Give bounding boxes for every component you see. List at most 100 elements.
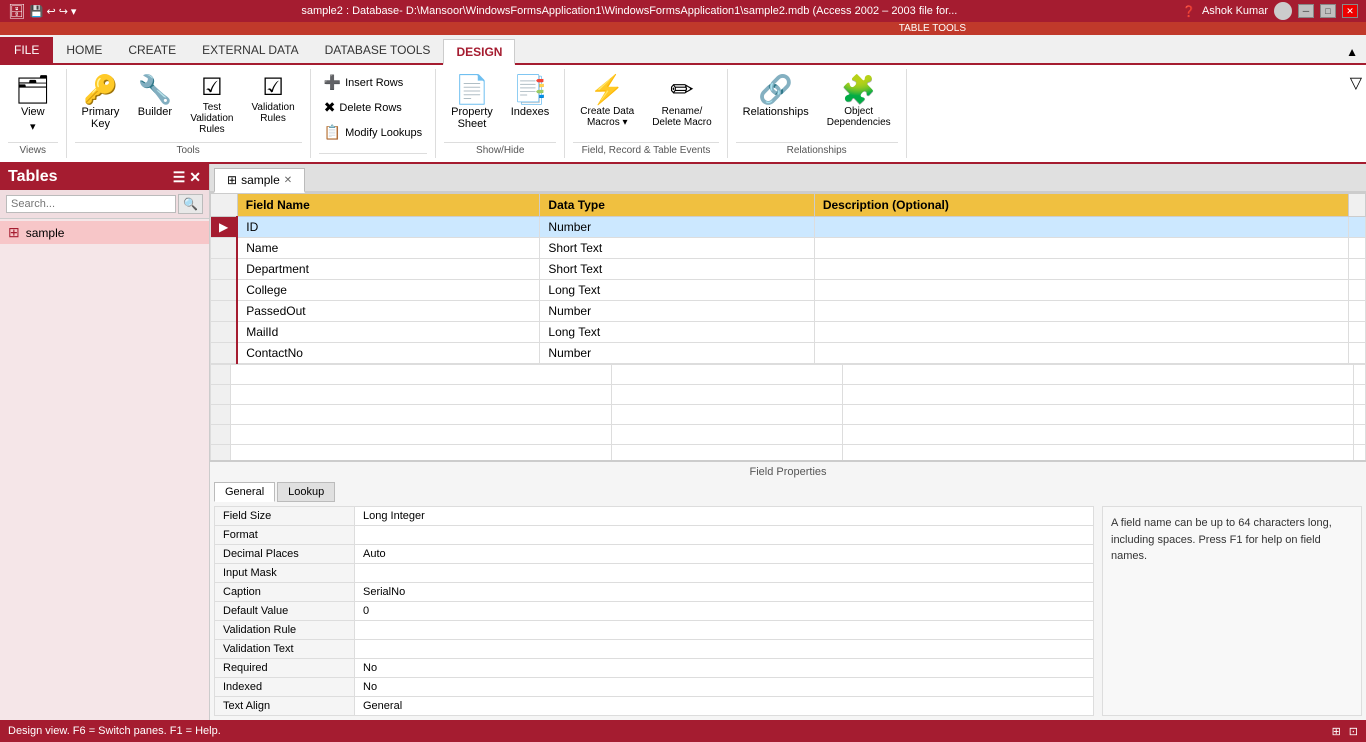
table-row[interactable]: MailId Long Text bbox=[211, 322, 1366, 343]
close-btn[interactable]: ✕ bbox=[1342, 4, 1358, 18]
table-item-sample[interactable]: ⊞ sample bbox=[0, 221, 209, 244]
tab-external[interactable]: EXTERNAL DATA bbox=[189, 37, 311, 63]
field-name-cell[interactable]: Department bbox=[237, 259, 540, 280]
ribbon-expand-icon[interactable]: ▽ bbox=[1346, 69, 1366, 97]
search-button[interactable]: 🔍 bbox=[178, 194, 203, 214]
title-bar: 🗄 💾 ↩ ↪ ▾ sample2 : Database- D:\Mansoor… bbox=[0, 0, 1366, 22]
data-type-cell[interactable]: Number bbox=[540, 217, 814, 238]
field-name-cell[interactable]: PassedOut bbox=[237, 301, 540, 322]
empty-row[interactable] bbox=[211, 385, 1366, 405]
relationships-button[interactable]: 🔗 Relationships bbox=[736, 71, 816, 123]
test-validation-button[interactable]: ☑ Test Validation Rules bbox=[183, 71, 240, 140]
minimize-btn[interactable]: ─ bbox=[1298, 4, 1314, 18]
view-button[interactable]: 🗂 View ▾ bbox=[8, 71, 58, 138]
empty-row[interactable] bbox=[211, 425, 1366, 445]
table-row[interactable]: Name Short Text bbox=[211, 238, 1366, 259]
maximize-btn[interactable]: □ bbox=[1320, 4, 1336, 18]
property-sheet-button[interactable]: 📄 Property Sheet bbox=[444, 71, 500, 135]
table-row[interactable]: College Long Text bbox=[211, 280, 1366, 301]
tab-dbtools[interactable]: DATABASE TOOLS bbox=[312, 37, 444, 63]
data-type-cell[interactable]: Short Text bbox=[540, 259, 814, 280]
fp-value[interactable] bbox=[355, 564, 1094, 583]
row-indicator bbox=[211, 238, 238, 259]
fp-tab-lookup[interactable]: Lookup bbox=[277, 482, 335, 502]
empty-row[interactable] bbox=[211, 405, 1366, 425]
quick-access: 💾 ↩ ↪ ▾ bbox=[30, 5, 77, 18]
fp-value[interactable]: No bbox=[355, 659, 1094, 678]
field-name-cell[interactable]: ID bbox=[237, 217, 540, 238]
fp-value[interactable]: General bbox=[355, 697, 1094, 716]
key-icon: 🔑 bbox=[83, 76, 118, 104]
table-row[interactable]: Department Short Text bbox=[211, 259, 1366, 280]
fp-label: Input Mask bbox=[215, 564, 355, 583]
fp-tab-general[interactable]: General bbox=[214, 482, 275, 502]
main-area: Tables ☰ ✕ 🔍 ⊞ sample ⊞ sample ✕ bbox=[0, 164, 1366, 720]
fp-value[interactable]: 0 bbox=[355, 602, 1094, 621]
description-cell[interactable] bbox=[814, 322, 1348, 343]
fp-value[interactable]: Auto bbox=[355, 545, 1094, 564]
tab-file[interactable]: FILE bbox=[0, 37, 53, 63]
tab-home[interactable]: HOME bbox=[53, 37, 115, 63]
fp-hint: A field name can be up to 64 characters … bbox=[1102, 506, 1362, 716]
panel-title: Tables bbox=[8, 168, 58, 186]
builder-button[interactable]: 🔧 Builder bbox=[130, 71, 179, 123]
description-cell[interactable] bbox=[814, 238, 1348, 259]
search-input[interactable] bbox=[6, 195, 176, 213]
table-row[interactable]: ContactNo Number bbox=[211, 343, 1366, 364]
data-type-cell[interactable]: Number bbox=[540, 301, 814, 322]
empty-row[interactable] bbox=[211, 445, 1366, 461]
ribbon-collapse-btn[interactable]: ▲ bbox=[1338, 41, 1366, 63]
table-item-label: sample bbox=[26, 226, 65, 240]
fp-value[interactable]: Long Integer bbox=[355, 507, 1094, 526]
description-cell[interactable] bbox=[814, 343, 1348, 364]
rows-buttons: ➕ Insert Rows ✖ Delete Rows 📋 Modify Loo… bbox=[319, 71, 427, 144]
field-name-cell[interactable]: MailId bbox=[237, 322, 540, 343]
data-type-cell[interactable]: Long Text bbox=[540, 322, 814, 343]
content-tab-sample[interactable]: ⊞ sample ✕ bbox=[214, 168, 305, 193]
description-cell[interactable] bbox=[814, 280, 1348, 301]
fp-label: Validation Text bbox=[215, 640, 355, 659]
fp-row: Text Align General bbox=[215, 697, 1094, 716]
description-cell[interactable] bbox=[814, 217, 1348, 238]
data-type-cell[interactable]: Short Text bbox=[540, 238, 814, 259]
data-type-cell[interactable]: Long Text bbox=[540, 280, 814, 301]
ribbon-group-fieldevents: ⚡ Create Data Macros ▾ ✏ Rename/ Delete … bbox=[565, 69, 727, 158]
left-panel: Tables ☰ ✕ 🔍 ⊞ sample bbox=[0, 164, 210, 720]
object-dependencies-button[interactable]: 🧩 Object Dependencies bbox=[820, 71, 898, 133]
help-icon[interactable]: ❓ bbox=[1182, 5, 1196, 18]
description-cell[interactable] bbox=[814, 301, 1348, 322]
table-row[interactable]: PassedOut Number bbox=[211, 301, 1366, 322]
tab-design[interactable]: DESIGN bbox=[443, 39, 515, 65]
create-data-macros-button[interactable]: ⚡ Create Data Macros ▾ bbox=[573, 71, 641, 133]
status-bar: Design view. F6 = Switch panes. F1 = Hel… bbox=[0, 720, 1366, 742]
field-name-cell[interactable]: College bbox=[237, 280, 540, 301]
delete-rows-button[interactable]: ✖ Delete Rows bbox=[319, 96, 427, 119]
tab-create[interactable]: CREATE bbox=[115, 37, 189, 63]
data-type-cell[interactable]: Number bbox=[540, 343, 814, 364]
field-name-cell[interactable]: ContactNo bbox=[237, 343, 540, 364]
description-cell[interactable] bbox=[814, 259, 1348, 280]
tab-bar: ⊞ sample ✕ bbox=[210, 164, 1366, 193]
tab-close-btn[interactable]: ✕ bbox=[284, 175, 292, 186]
rename-delete-macro-button[interactable]: ✏ Rename/ Delete Macro bbox=[645, 71, 718, 133]
fp-value[interactable]: SerialNo bbox=[355, 583, 1094, 602]
modify-lookups-button[interactable]: 📋 Modify Lookups bbox=[319, 121, 427, 144]
field-name-cell[interactable]: Name bbox=[237, 238, 540, 259]
ribbon-group-tools: 🔑 Primary Key 🔧 Builder ☑ Test Validatio… bbox=[67, 69, 311, 158]
indexes-button[interactable]: 📑 Indexes bbox=[504, 71, 557, 123]
validation-rules-button[interactable]: ☑ Validation Rules bbox=[245, 71, 302, 129]
ribbon-group-views: 🗂 View ▾ Views bbox=[0, 69, 67, 158]
fp-value[interactable] bbox=[355, 526, 1094, 545]
table-row[interactable]: ▶ ID Number bbox=[211, 217, 1366, 238]
insert-rows-icon: ➕ bbox=[324, 74, 341, 91]
panel-menu-btn[interactable]: ☰ bbox=[173, 169, 186, 186]
fp-value[interactable] bbox=[355, 621, 1094, 640]
row-indicator bbox=[211, 280, 238, 301]
macros-icon: ⚡ bbox=[590, 76, 625, 104]
insert-rows-button[interactable]: ➕ Insert Rows bbox=[319, 71, 427, 94]
panel-close-btn[interactable]: ✕ bbox=[189, 169, 201, 186]
fp-value[interactable]: No bbox=[355, 678, 1094, 697]
primary-key-button[interactable]: 🔑 Primary Key bbox=[75, 71, 127, 135]
empty-row[interactable] bbox=[211, 365, 1366, 385]
fp-value[interactable] bbox=[355, 640, 1094, 659]
